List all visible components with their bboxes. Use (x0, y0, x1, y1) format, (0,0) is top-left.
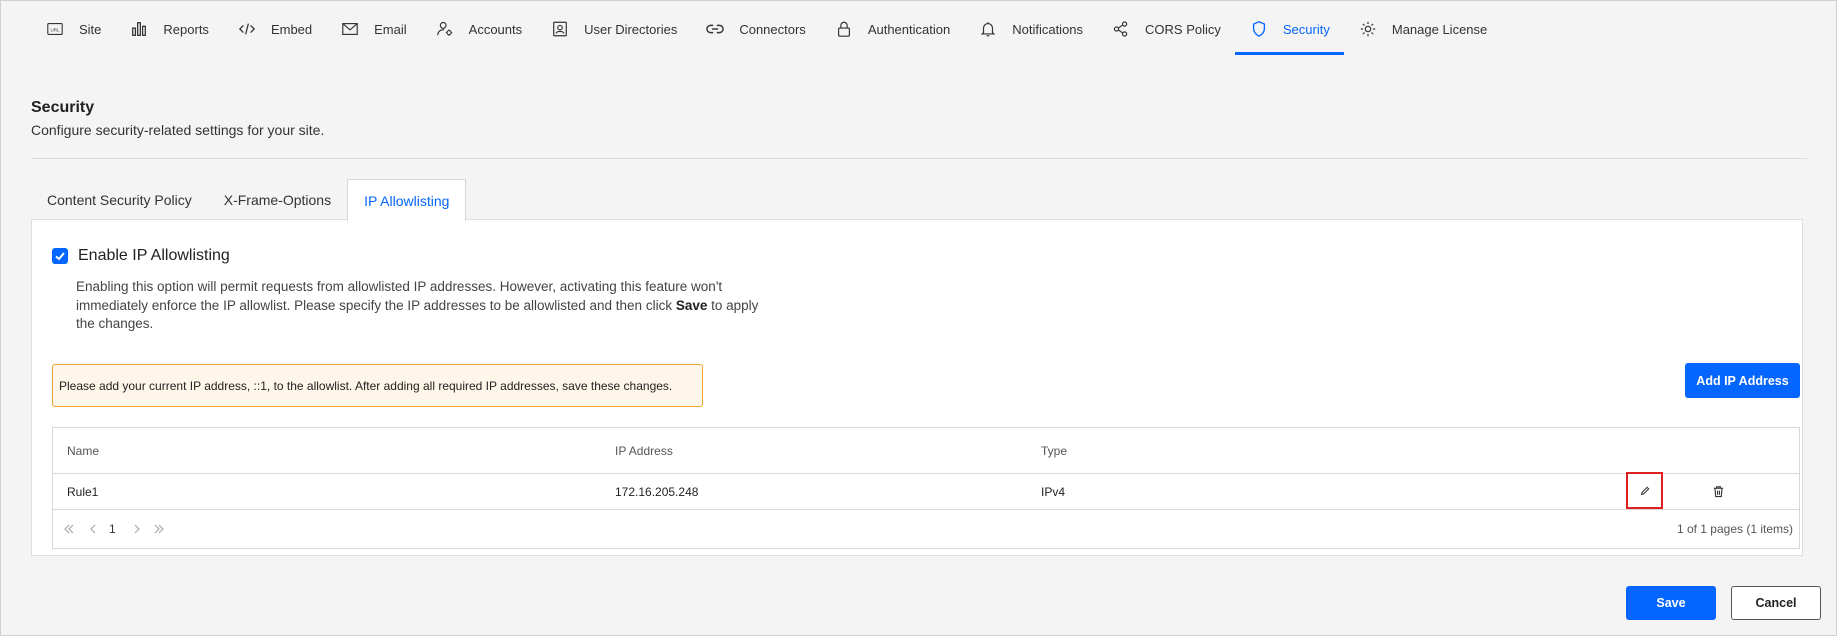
nav-item-label: Authentication (867, 21, 951, 37)
tab-content-security-policy[interactable]: Content Security Policy (31, 179, 208, 220)
nav-item-label: CORS Policy (1145, 21, 1221, 37)
nav-item-label: Embed (270, 21, 313, 37)
nav-item-email[interactable]: Email (326, 3, 421, 55)
nav-item-accounts[interactable]: Accounts (421, 3, 536, 55)
cancel-button[interactable]: Cancel (1731, 586, 1821, 620)
previous-page-button[interactable] (87, 510, 99, 548)
nav-item-user-directories[interactable]: User Directories (536, 3, 691, 55)
tab-x-frame-options[interactable]: X-Frame-Options (208, 179, 347, 220)
bar-chart-icon (129, 19, 149, 39)
user-gear-icon (435, 19, 455, 39)
nav-item-label: Manage License (1391, 21, 1488, 37)
cell-ip-address: 172.16.205.248 (615, 484, 699, 499)
chevron-right-icon (134, 524, 140, 534)
contact-card-icon (550, 19, 570, 39)
enable-ip-allowlisting-row: Enable IP Allowlisting (52, 247, 230, 265)
current-ip-warning: Please add your current IP address, ::1,… (52, 364, 703, 407)
url-icon: URL (45, 19, 65, 39)
nav-item-label: Accounts (468, 21, 523, 37)
next-page-button[interactable] (131, 510, 143, 548)
enable-ip-allowlisting-checkbox[interactable] (52, 248, 68, 264)
nav-item-site[interactable]: URL Site (31, 3, 115, 55)
share-icon (1111, 19, 1131, 39)
nav-item-cors-policy[interactable]: CORS Policy (1097, 3, 1235, 55)
tab-ip-allowlisting[interactable]: IP Allowlisting (347, 179, 467, 221)
save-button[interactable]: Save (1626, 586, 1716, 620)
nav-item-label: Reports (163, 21, 209, 37)
nav-item-embed[interactable]: Embed (223, 3, 326, 55)
nav-item-security[interactable]: Security (1234, 3, 1344, 55)
nav-item-label: User Directories (584, 21, 678, 37)
page-description: Configure security-related settings for … (31, 122, 325, 138)
help-text-part: Enabling this option will permit request… (76, 279, 723, 313)
nav-item-connectors[interactable]: Connectors (691, 3, 819, 55)
bell-icon (978, 19, 998, 39)
column-header-ip-address[interactable]: IP Address (615, 428, 673, 473)
table-row: Rule1 172.16.205.248 IPv4 (53, 472, 1799, 510)
ip-allowlist-grid: Name IP Address Type Rule1 172.16.205.24… (52, 427, 1800, 549)
ip-allowlisting-panel: Enable IP Allowlisting Enabling this opt… (31, 219, 1803, 556)
add-ip-address-button[interactable]: Add IP Address (1685, 363, 1800, 398)
double-chevron-right-icon (154, 524, 164, 534)
security-subtabs: Content Security Policy X-Frame-Options … (31, 179, 467, 221)
first-page-button[interactable] (63, 510, 75, 548)
grid-header: Name IP Address Type (53, 428, 1799, 474)
nav-item-reports[interactable]: Reports (115, 3, 223, 55)
lock-icon (834, 19, 854, 39)
shield-icon (1249, 19, 1269, 39)
divider (31, 158, 1807, 159)
enable-ip-allowlisting-label: Enable IP Allowlisting (78, 247, 230, 264)
page-title: Security (31, 99, 95, 116)
svg-text:URL: URL (50, 28, 59, 33)
nav-item-label: Site (79, 21, 102, 37)
help-text-bold: Save (675, 297, 708, 313)
nav-item-label: Connectors (739, 21, 806, 37)
nav-item-label: Email (374, 21, 407, 37)
page-number-button[interactable]: 1 (109, 510, 116, 548)
nav-item-label: Security (1282, 21, 1330, 37)
top-navigation: URL Site Reports Embed Email Accounts Us… (1, 1, 1836, 55)
nav-item-notifications[interactable]: Notifications (964, 3, 1097, 55)
last-page-button[interactable] (153, 510, 165, 548)
column-header-name[interactable]: Name (67, 428, 99, 473)
ip-allowlisting-help-text: Enabling this option will permit request… (76, 278, 776, 334)
nav-item-authentication[interactable]: Authentication (820, 3, 964, 55)
link-icon (705, 19, 725, 39)
edit-rule-button[interactable] (1626, 472, 1663, 509)
cell-name: Rule1 (67, 484, 99, 499)
column-header-type[interactable]: Type (1041, 428, 1067, 473)
nav-item-label: Notifications (1012, 21, 1084, 37)
cell-type: IPv4 (1041, 484, 1066, 499)
nav-item-manage-license[interactable]: Manage License (1344, 3, 1501, 55)
pencil-icon (1640, 486, 1649, 495)
check-icon (55, 252, 65, 261)
chevron-left-icon (90, 524, 96, 534)
gear-badge-icon (1358, 19, 1378, 39)
mail-icon (340, 19, 360, 39)
code-icon (237, 19, 257, 39)
grid-pager: 1 1 of 1 pages (1 items) (53, 510, 1799, 548)
double-chevron-left-icon (64, 524, 74, 534)
trash-icon (1713, 485, 1723, 497)
pager-info: 1 of 1 pages (1 items) (1676, 522, 1793, 536)
delete-rule-button[interactable] (1706, 474, 1730, 508)
